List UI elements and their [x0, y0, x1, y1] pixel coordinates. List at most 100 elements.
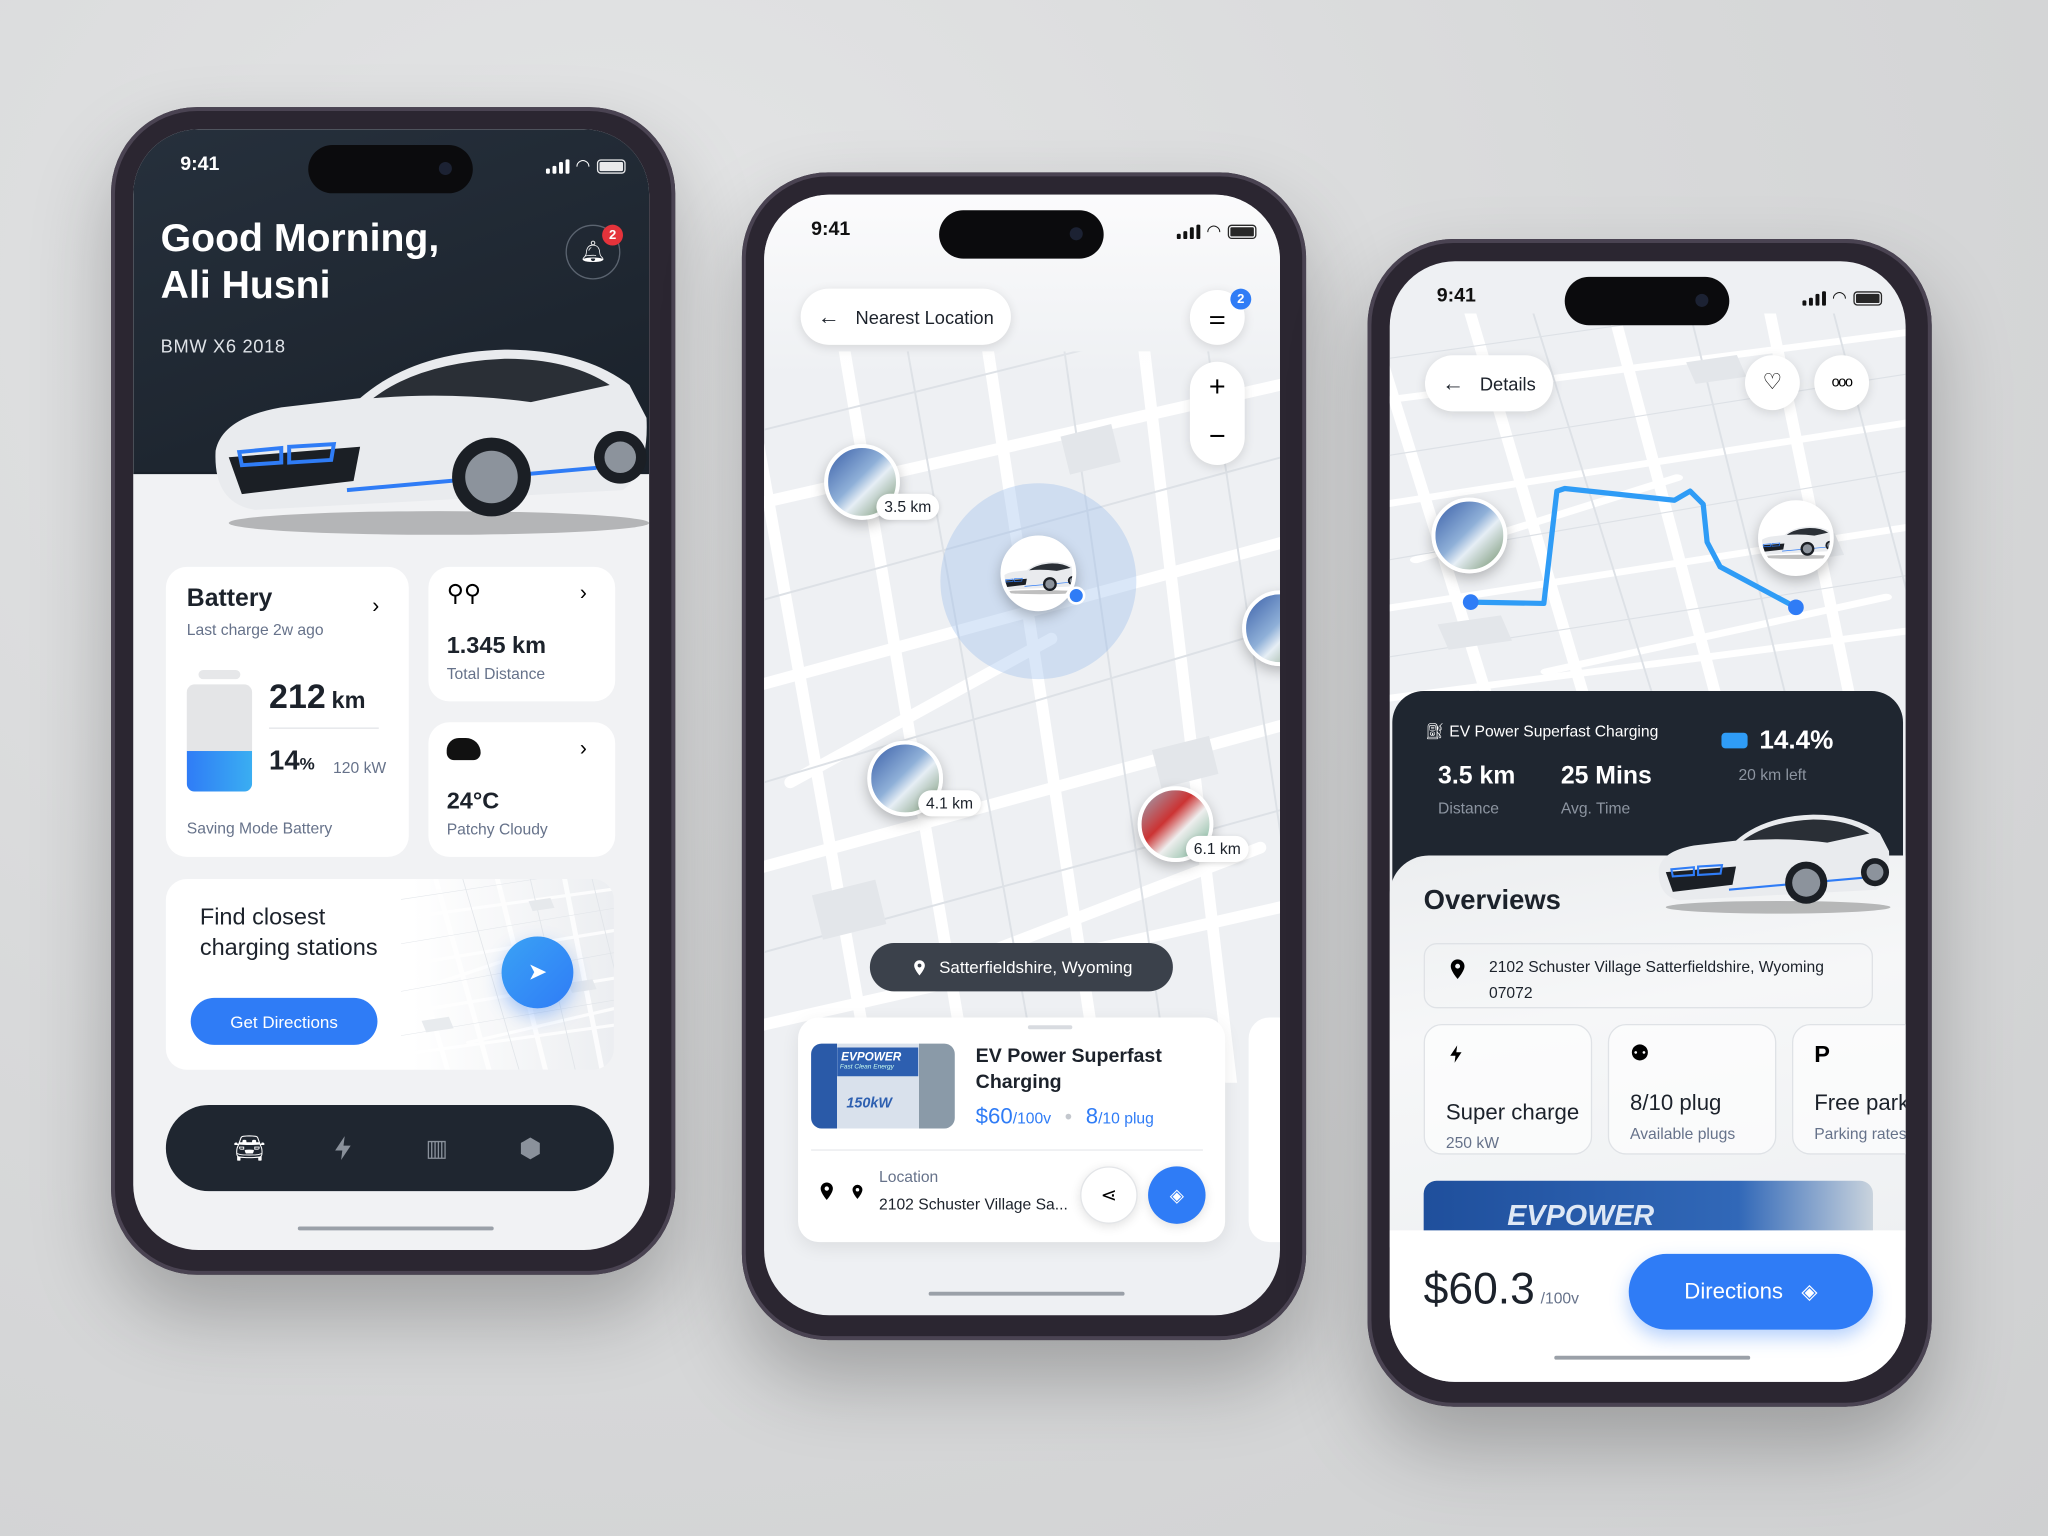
station-address: 2102 Schuster Village Sa...: [879, 1195, 1068, 1214]
map-screen: 9:41 ◠ ← Nearest Location ⚌ 2 + − 3.5 km…: [764, 194, 1280, 1316]
greeting: Good Morning,: [160, 216, 440, 260]
battery-footer: Saving Mode Battery: [186, 818, 333, 838]
panel-station-name: EV Power Superfast Charging: [1449, 722, 1659, 741]
address-line2: 07072: [1488, 983, 1533, 1002]
overviews-title: Overviews: [1423, 885, 1561, 916]
chevron-right-icon: ›: [372, 595, 380, 618]
distance-card[interactable]: ⚲⚲ › 1.345 km Total Distance: [428, 566, 616, 702]
phone-details: 9:41 ◠ ← Details ♡ ooo ⛽︎ EV Power Super…: [1367, 239, 1932, 1407]
feature-title: Free parking: [1814, 1090, 1905, 1116]
nav-lightning-icon[interactable]: [317, 1122, 369, 1174]
pin-icon: [849, 1183, 866, 1200]
distance-label: Total Distance: [446, 664, 546, 684]
directions-label: Directions: [1684, 1278, 1784, 1304]
battery-icon: [1227, 223, 1257, 239]
station-marker[interactable]: [1431, 497, 1508, 574]
find-stations-card[interactable]: Find closest charging stations Get Direc…: [165, 879, 614, 1070]
route-pins-icon: ⚲⚲: [446, 579, 482, 607]
range-unit: km: [331, 687, 366, 714]
bell-icon: 🔔︎: [579, 241, 607, 264]
percent-value: 14: [269, 745, 300, 776]
next-station-card[interactable]: [1248, 1017, 1280, 1243]
station-thumbnail: EVPOWER Fast Clean Energy 150kW: [811, 1043, 955, 1129]
battery-subtitle: Last charge 2w ago: [186, 620, 324, 639]
percent-unit: %: [299, 753, 315, 774]
station-card[interactable]: EVPOWER Fast Clean Energy 150kW EV Power…: [798, 1017, 1226, 1243]
marker-distance: 6.1 km: [1185, 835, 1249, 863]
home-indicator: [297, 1226, 494, 1231]
route-line: [1462, 485, 1804, 616]
current-location-pill[interactable]: Satterfieldshire, Wyoming: [869, 943, 1173, 992]
price: $60: [975, 1103, 1013, 1129]
weather-value: 24°C: [446, 787, 500, 814]
get-directions-button[interactable]: Get Directions: [190, 997, 378, 1045]
car-marker[interactable]: [1758, 500, 1834, 576]
battery-label: 20 km left: [1738, 765, 1807, 784]
address-line1: 2102 Schuster Village Satterfieldshire, …: [1488, 957, 1824, 976]
chevron-right-icon: ›: [579, 582, 587, 605]
total-price-unit: /100v: [1540, 1289, 1579, 1308]
drag-handle[interactable]: [1027, 1025, 1073, 1030]
thumb-power: 150kW: [846, 1095, 892, 1112]
divider: [811, 1149, 1203, 1151]
battery-fill: [186, 751, 253, 792]
divider: [269, 727, 379, 729]
distance-value: 3.5 km: [1438, 762, 1516, 791]
location-dot-icon: [1067, 586, 1086, 605]
directions-icon: ◈: [1801, 1281, 1818, 1304]
status-time: 9:41: [180, 152, 220, 176]
battery-power: 120 kW: [333, 758, 387, 778]
zoom-out-button[interactable]: −: [1190, 419, 1245, 453]
weather-label: Patchy Cloudy: [446, 820, 548, 839]
directions-button[interactable]: ◈: [1148, 1166, 1206, 1224]
nav-settings-icon[interactable]: ⬢: [504, 1122, 556, 1174]
plug-icon: ⚉: [1630, 1040, 1650, 1066]
feature-title: Super charge: [1445, 1099, 1580, 1125]
bottom-nav: 🚘︎ ▥ ⬢: [165, 1104, 614, 1192]
thumb-brand: EVPOWER: [837, 1047, 919, 1077]
phone-map: 9:41 ◠ ← Nearest Location ⚌ 2 + − 3.5 km…: [741, 172, 1307, 1341]
dynamic-island: [308, 144, 473, 194]
feature-plugs: ⚉ 8/10 plug Available plugs: [1607, 1023, 1777, 1155]
find-title-line1: Find closest: [199, 903, 326, 930]
marker-distance: 4.1 km: [918, 790, 981, 817]
details-screen: 9:41 ◠ ← Details ♡ ooo ⛽︎ EV Power Super…: [1389, 261, 1906, 1382]
plugs-unit: /10 plug: [1098, 1108, 1154, 1128]
back-label: Nearest Location: [855, 306, 994, 328]
nav-car-icon[interactable]: 🚘︎: [223, 1122, 275, 1174]
car-marker[interactable]: [1000, 535, 1077, 612]
nav-map-icon[interactable]: ▥: [411, 1122, 463, 1174]
weather-card[interactable]: › 24°C Patchy Cloudy: [428, 722, 616, 857]
home-indicator: [1554, 1355, 1751, 1360]
home-indicator: [928, 1291, 1125, 1296]
feature-sub: Available plugs: [1630, 1124, 1736, 1143]
dynamic-island: [939, 210, 1104, 259]
battery-card[interactable]: Battery Last charge 2w ago › 212 km 14% …: [165, 566, 409, 857]
total-price: $60.3: [1423, 1264, 1535, 1314]
lightning-icon: [1446, 1041, 1467, 1067]
cloud-icon: [446, 737, 481, 761]
share-icon: ⋖: [1100, 1184, 1118, 1207]
status-icons: ◠: [1176, 221, 1257, 242]
distance-value: 1.345 km: [446, 632, 547, 659]
pin-icon: [910, 958, 928, 976]
photo-brand: EVPOWER: [1507, 1199, 1655, 1232]
location-label: Location: [879, 1167, 939, 1186]
navigate-button[interactable]: ➤: [501, 936, 574, 1009]
wifi-icon: ◠: [575, 155, 591, 176]
pin-outline-icon: [816, 1181, 837, 1202]
battery-icon: [596, 158, 626, 174]
battery-level-icon: [1721, 732, 1748, 749]
directions-button[interactable]: Directions ◈: [1628, 1253, 1873, 1330]
status-time: 9:41: [811, 218, 851, 241]
distance-label: Distance: [1438, 799, 1500, 818]
zoom-in-button[interactable]: +: [1190, 370, 1245, 404]
back-button[interactable]: ← Nearest Location: [800, 288, 1011, 345]
car-image: [1651, 802, 1891, 914]
parking-icon: P: [1814, 1040, 1830, 1068]
address-box[interactable]: 2102 Schuster Village Satterfieldshire, …: [1423, 943, 1873, 1009]
signal-icon: [1176, 223, 1200, 239]
location-pill-text: Satterfieldshire, Wyoming: [939, 957, 1133, 977]
share-button[interactable]: ⋖: [1080, 1166, 1138, 1224]
car-image: [202, 325, 649, 537]
